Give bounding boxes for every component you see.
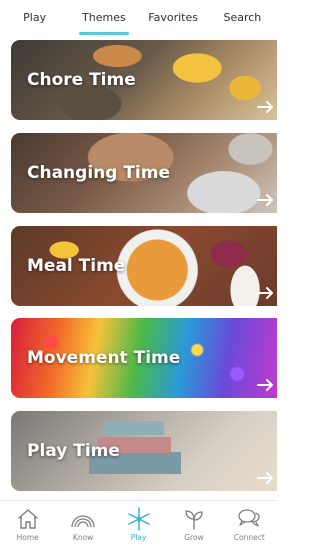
tab-search-label: Search bbox=[223, 11, 262, 24]
nav-item-home[interactable]: Home bbox=[0, 501, 55, 553]
app-screen: Play Themes Favorites Search Chore Time … bbox=[0, 0, 277, 553]
arrow-right-icon bbox=[257, 287, 273, 299]
nav-item-grow[interactable]: Grow bbox=[166, 501, 221, 553]
tab-favorites-label: Favorites bbox=[148, 11, 198, 24]
arrow-right-icon bbox=[257, 472, 273, 484]
theme-card-title: Changing Time bbox=[27, 163, 171, 183]
theme-card-movement-time[interactable]: Movement Time bbox=[11, 318, 277, 398]
tab-play-label: Play bbox=[23, 11, 47, 24]
sparkle-icon bbox=[127, 507, 150, 531]
tab-search[interactable]: Search bbox=[208, 0, 277, 38]
theme-card-list[interactable]: Chore Time Changing Time Meal Time Movem… bbox=[0, 38, 277, 500]
nav-label-grow: Grow bbox=[184, 533, 204, 542]
tab-themes-label: Themes bbox=[82, 11, 126, 24]
theme-card-play-time[interactable]: Play Time bbox=[11, 411, 277, 491]
theme-card-title: Meal Time bbox=[27, 256, 126, 276]
arrow-right-icon bbox=[257, 194, 273, 206]
rainbow-icon bbox=[71, 515, 95, 528]
theme-card-chore-time[interactable]: Chore Time bbox=[11, 40, 277, 120]
theme-card-title: Play Time bbox=[27, 441, 120, 461]
sprout-icon bbox=[185, 510, 203, 530]
tab-themes[interactable]: Themes bbox=[69, 0, 138, 38]
nav-item-know[interactable]: Know bbox=[55, 501, 110, 553]
tab-play[interactable]: Play bbox=[0, 0, 69, 38]
theme-card-title: Movement Time bbox=[27, 348, 181, 368]
nav-item-connect[interactable]: Connect bbox=[222, 501, 277, 553]
active-tab-indicator bbox=[79, 32, 129, 35]
tab-favorites[interactable]: Favorites bbox=[139, 0, 208, 38]
top-tab-bar: Play Themes Favorites Search bbox=[0, 0, 277, 38]
nav-label-know: Know bbox=[72, 533, 94, 542]
nav-label-home: Home bbox=[16, 533, 39, 542]
chat-bubbles-icon bbox=[238, 509, 260, 527]
bottom-nav-bar: Home Know Play Grow Connect bbox=[0, 500, 277, 553]
arrow-right-icon bbox=[257, 379, 273, 391]
house-icon bbox=[18, 509, 38, 529]
nav-label-connect: Connect bbox=[233, 533, 265, 542]
nav-label-play: Play bbox=[130, 533, 147, 542]
arrow-right-icon bbox=[257, 101, 273, 113]
theme-card-meal-time[interactable]: Meal Time bbox=[11, 226, 277, 306]
nav-item-play[interactable]: Play bbox=[111, 501, 166, 553]
theme-card-title: Chore Time bbox=[27, 70, 136, 90]
theme-card-changing-time[interactable]: Changing Time bbox=[11, 133, 277, 213]
